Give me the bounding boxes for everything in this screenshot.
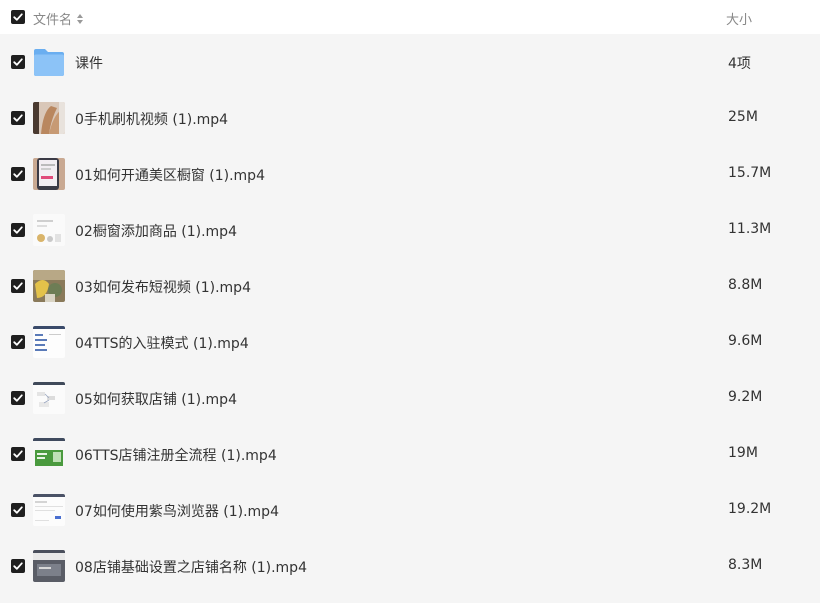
column-header-name-label: 文件名 xyxy=(33,13,73,28)
file-name[interactable]: 05如何获取店铺 (1).mp4 xyxy=(75,389,237,409)
video-thumbnail xyxy=(33,438,65,470)
file-size: 8.3M xyxy=(728,557,763,573)
file-row[interactable]: 04TTS的入驻模式 (1).mp4 9.6M xyxy=(0,314,820,370)
sort-icon[interactable] xyxy=(76,13,84,25)
file-row[interactable]: 02橱窗添加商品 (1).mp4 11.3M xyxy=(0,202,820,258)
file-name[interactable]: 08店铺基础设置之店铺名称 (1).mp4 xyxy=(75,557,307,577)
folder-icon xyxy=(33,47,65,77)
file-name[interactable]: 02橱窗添加商品 (1).mp4 xyxy=(75,221,237,241)
row-checkbox[interactable] xyxy=(11,503,25,517)
row-checkbox[interactable] xyxy=(11,111,25,125)
row-checkbox[interactable] xyxy=(11,559,25,573)
file-size: 11.3M xyxy=(728,221,772,237)
file-size: 4项 xyxy=(728,56,751,72)
column-header-size[interactable]: 大小 xyxy=(726,9,752,28)
row-checkbox[interactable] xyxy=(11,167,25,181)
file-row[interactable]: 03如何发布短视频 (1).mp4 8.8M xyxy=(0,258,820,314)
file-row[interactable]: 07如何使用紫鸟浏览器 (1).mp4 19.2M xyxy=(0,482,820,538)
video-thumbnail xyxy=(33,214,65,246)
file-name[interactable]: 01如何开通美区橱窗 (1).mp4 xyxy=(75,165,265,185)
select-all-checkbox[interactable] xyxy=(11,10,25,24)
video-thumbnail xyxy=(33,326,65,358)
video-thumbnail xyxy=(33,550,65,582)
file-row[interactable]: 08店铺基础设置之店铺名称 (1).mp4 8.3M xyxy=(0,538,820,594)
row-checkbox[interactable] xyxy=(11,223,25,237)
file-name[interactable]: 06TTS店铺注册全流程 (1).mp4 xyxy=(75,445,277,465)
file-size: 8.8M xyxy=(728,277,763,293)
video-thumbnail xyxy=(33,102,65,134)
file-row[interactable]: 06TTS店铺注册全流程 (1).mp4 19M xyxy=(0,426,820,482)
row-checkbox[interactable] xyxy=(11,447,25,461)
row-checkbox[interactable] xyxy=(11,55,25,69)
file-row-folder[interactable]: 课件 4项 xyxy=(0,34,820,90)
row-checkbox[interactable] xyxy=(11,335,25,349)
file-row[interactable]: 05如何获取店铺 (1).mp4 9.2M xyxy=(0,370,820,426)
file-name[interactable]: 04TTS的入驻模式 (1).mp4 xyxy=(75,333,249,353)
file-name[interactable]: 课件 xyxy=(75,53,103,73)
file-row[interactable]: 01如何开通美区橱窗 (1).mp4 15.7M xyxy=(0,146,820,202)
file-list-header: 文件名 大小 xyxy=(0,0,820,34)
video-thumbnail xyxy=(33,158,65,190)
file-size: 19M xyxy=(728,445,758,461)
file-name[interactable]: 03如何发布短视频 (1).mp4 xyxy=(75,277,251,297)
file-name[interactable]: 07如何使用紫鸟浏览器 (1).mp4 xyxy=(75,501,279,521)
file-name[interactable]: 0手机刷机视频 (1).mp4 xyxy=(75,109,228,129)
file-row[interactable]: 0手机刷机视频 (1).mp4 25M xyxy=(0,90,820,146)
file-size: 9.6M xyxy=(728,333,763,349)
row-checkbox[interactable] xyxy=(11,279,25,293)
column-header-name[interactable]: 文件名 xyxy=(33,9,84,28)
file-size: 9.2M xyxy=(728,389,763,405)
video-thumbnail xyxy=(33,494,65,526)
row-checkbox[interactable] xyxy=(11,391,25,405)
file-size: 15.7M xyxy=(728,165,772,181)
video-thumbnail xyxy=(33,270,65,302)
video-thumbnail xyxy=(33,382,65,414)
file-list: 课件 4项 0手机刷机视频 (1).mp4 25M 01如何开通美区橱窗 (1)… xyxy=(0,34,820,603)
file-size: 19.2M xyxy=(728,501,772,517)
file-size: 25M xyxy=(728,109,758,125)
